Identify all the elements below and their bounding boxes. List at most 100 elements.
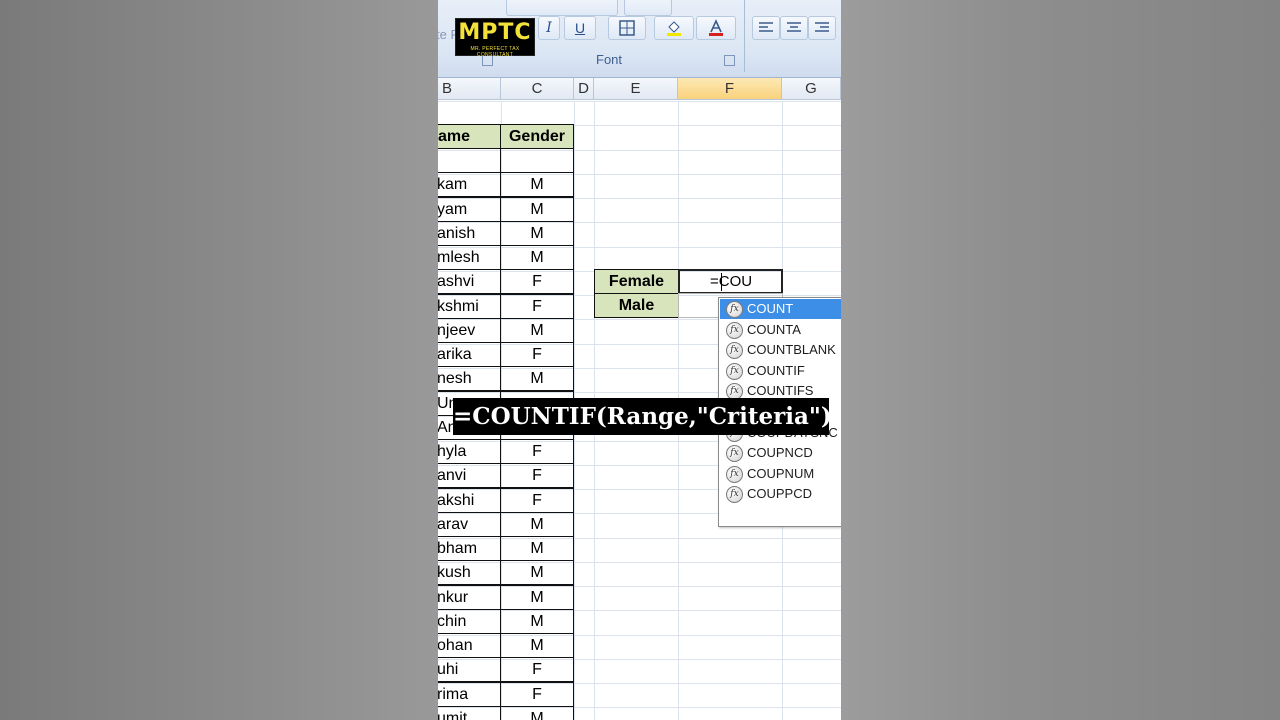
name-cell[interactable]: rima xyxy=(438,682,501,707)
function-icon: fx xyxy=(726,342,743,360)
name-cell[interactable]: anvi xyxy=(438,463,501,488)
align-right-button[interactable] xyxy=(808,16,836,40)
male-label-cell[interactable]: Male xyxy=(594,293,679,318)
logo-subtitle: MR. PERFECT TAX CONSULTANT xyxy=(470,46,520,58)
autocomplete-item-label: COUNTA xyxy=(747,321,801,337)
gender-header-cell[interactable]: Gender xyxy=(500,124,574,149)
autocomplete-item[interactable]: fx COUNT xyxy=(720,299,841,319)
font-name-dropdown[interactable] xyxy=(506,0,618,16)
align-left-icon xyxy=(759,22,773,32)
column-header-e[interactable]: E xyxy=(594,78,678,100)
autocomplete-item[interactable]: fx COUNTBLANK xyxy=(720,340,841,360)
autocomplete-item[interactable]: fx COUNTIF xyxy=(720,361,841,381)
name-cell[interactable]: nkur xyxy=(438,585,501,610)
name-cell[interactable]: umit xyxy=(438,706,501,720)
gender-cell[interactable]: M xyxy=(500,512,574,537)
gender-cell[interactable]: M xyxy=(500,197,574,222)
name-cell[interactable]: njeev xyxy=(438,318,501,343)
autocomplete-item[interactable]: fx COUPPCD xyxy=(720,484,841,504)
background-left xyxy=(0,0,438,720)
gender-cell[interactable]: F xyxy=(500,269,574,294)
fill-color-button[interactable] xyxy=(654,16,694,40)
ribbon-group-separator xyxy=(744,0,745,72)
gender-cell[interactable]: M xyxy=(500,318,574,343)
name-cell[interactable]: ohan xyxy=(438,633,501,658)
name-cell[interactable]: mlesh xyxy=(438,245,501,270)
gender-cell[interactable]: F xyxy=(500,463,574,488)
gender-cell[interactable] xyxy=(500,148,574,173)
autocomplete-item-label: COUPPCD xyxy=(747,486,813,502)
name-cell[interactable]: hyla xyxy=(438,439,501,464)
underline-button[interactable]: U xyxy=(564,16,596,40)
gender-cell[interactable]: M xyxy=(500,366,574,391)
align-center-button[interactable] xyxy=(780,16,808,40)
name-cell[interactable] xyxy=(438,148,501,173)
align-left-button[interactable] xyxy=(752,16,780,40)
autocomplete-item-label: COUPNCD xyxy=(747,445,813,461)
formula-edit-cell[interactable]: =COU xyxy=(678,269,783,294)
autocomplete-item-label: COUNTBLANK xyxy=(747,342,836,358)
name-cell[interactable]: kam xyxy=(438,172,501,197)
font-dialog-launcher[interactable] xyxy=(724,55,735,66)
autocomplete-item[interactable]: fx COUPNUM xyxy=(720,464,841,484)
function-icon: fx xyxy=(726,301,743,318)
align-center-icon xyxy=(787,22,801,32)
gender-cell[interactable]: M xyxy=(500,536,574,561)
font-size-dropdown[interactable] xyxy=(624,0,672,16)
function-icon: fx xyxy=(726,465,743,483)
function-icon: fx xyxy=(726,321,743,339)
gender-cell[interactable]: M xyxy=(500,245,574,270)
name-cell[interactable]: arav xyxy=(438,512,501,537)
name-cell[interactable]: yam xyxy=(438,197,501,222)
gender-cell[interactable]: F xyxy=(500,439,574,464)
female-label-cell[interactable]: Female xyxy=(594,269,679,294)
excel-window: te P I U Font MPTC MR. PERFECT TAX CONSU… xyxy=(438,0,841,720)
column-header-f[interactable]: F xyxy=(678,78,782,100)
name-cell[interactable]: akshi xyxy=(438,488,501,513)
gender-cell[interactable]: F xyxy=(500,342,574,367)
column-header-c[interactable]: C xyxy=(501,78,574,100)
gender-cell[interactable]: F xyxy=(500,682,574,707)
function-icon: fx xyxy=(726,445,743,463)
gender-cell[interactable]: M xyxy=(500,706,574,720)
autocomplete-item-label: COUNT xyxy=(747,301,794,316)
gender-cell[interactable]: M xyxy=(500,172,574,197)
gender-cell[interactable]: F xyxy=(500,294,574,319)
gender-cell[interactable]: M xyxy=(500,633,574,658)
align-right-icon xyxy=(815,22,829,32)
font-color-button[interactable] xyxy=(696,16,736,40)
name-cell[interactable]: anish xyxy=(438,221,501,246)
fill-bucket-icon xyxy=(667,21,681,36)
name-header-cell[interactable]: ame xyxy=(438,124,501,149)
function-icon: fx xyxy=(726,486,743,504)
gender-cell[interactable]: F xyxy=(500,488,574,513)
autocomplete-item[interactable]: fx COUNTA xyxy=(720,320,841,340)
grid-row-line xyxy=(438,101,841,102)
name-cell[interactable]: kush xyxy=(438,560,501,585)
name-cell[interactable]: nesh xyxy=(438,366,501,391)
function-icon: fx xyxy=(726,362,743,380)
gender-cell[interactable]: M xyxy=(500,609,574,634)
autocomplete-item-label: COUPNUM xyxy=(747,465,815,481)
text-cursor-icon xyxy=(721,273,722,291)
autocomplete-item-label: COUNTIF xyxy=(747,362,805,378)
borders-button[interactable] xyxy=(608,16,646,40)
name-cell[interactable]: arika xyxy=(438,342,501,367)
gender-cell[interactable]: M xyxy=(500,560,574,585)
name-cell[interactable]: ashvi xyxy=(438,269,501,294)
gender-cell[interactable]: M xyxy=(500,221,574,246)
column-header-d[interactable]: D xyxy=(574,78,594,100)
name-cell[interactable]: chin xyxy=(438,609,501,634)
gender-cell[interactable]: M xyxy=(500,585,574,610)
name-cell[interactable]: uhi xyxy=(438,657,501,682)
font-group-label: Font xyxy=(596,52,623,67)
italic-button[interactable]: I xyxy=(538,16,560,40)
gender-cell[interactable]: F xyxy=(500,657,574,682)
borders-icon xyxy=(619,20,635,36)
column-header-g[interactable]: G xyxy=(782,78,841,100)
background-right xyxy=(841,0,1280,720)
name-cell[interactable]: kshmi xyxy=(438,294,501,319)
autocomplete-item[interactable]: fx COUPNCD xyxy=(720,443,841,463)
column-header-b[interactable]: B xyxy=(438,78,501,100)
name-cell[interactable]: bham xyxy=(438,536,501,561)
